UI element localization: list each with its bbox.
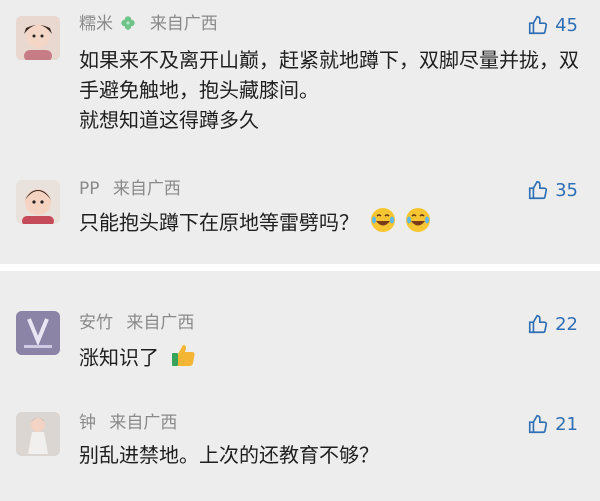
like-count: 21 (555, 413, 578, 435)
thumbs-up-icon (529, 414, 548, 434)
laughing-tears-emoji (369, 206, 397, 242)
username[interactable]: PP (79, 179, 100, 199)
comment-line: 就想知道这得蹲多久 (79, 108, 259, 132)
avatar[interactable] (16, 180, 60, 224)
section-divider (0, 264, 600, 271)
like-button[interactable]: 35 (527, 179, 578, 201)
location-label: 来自广西 (126, 313, 195, 333)
comment-item: PP 来自广西 35 只能抱头蹲下在原地等雷劈吗？ (0, 172, 600, 262)
avatar[interactable] (16, 412, 60, 456)
comment-section-2: 安竹 来自广西 22 涨知识了 钟 来自广西 21 别乱进禁地。上次的还教育不够… (0, 271, 600, 501)
comment-text: 涨知识了 (79, 341, 589, 377)
comment-meta: 安竹 来自广西 (79, 313, 194, 333)
comment-meta: 糯米 来自广西 (79, 14, 218, 36)
like-count: 45 (555, 14, 578, 36)
location-label: 来自广西 (112, 179, 181, 199)
comment-line: 只能抱头蹲下在原地等雷劈吗？ (79, 210, 359, 235)
comment-section-1: 糯米 来自广西 45 如果来不及离开山巅，赶紧就地蹲下，双脚尽量并拢，双手避免触… (0, 0, 600, 264)
laughing-tears-emoji (404, 206, 432, 242)
location-label: 来自广西 (109, 413, 178, 433)
comment-meta: PP 来自广西 (79, 179, 181, 199)
thumbs-up-icon (529, 180, 548, 200)
comment-item: 钟 来自广西 21 别乱进禁地。上次的还教育不够？ (0, 406, 600, 496)
like-count: 22 (555, 313, 578, 335)
thumbs-up-icon (529, 314, 548, 334)
comment-text: 别乱进禁地。上次的还教育不够？ (79, 440, 589, 470)
comment-item: 糯米 来自广西 45 如果来不及离开山巅，赶紧就地蹲下，双脚尽量并拢，双手避免触… (0, 0, 600, 150)
comment-text: 只能抱头蹲下在原地等雷劈吗？ (79, 206, 589, 242)
like-button[interactable]: 45 (527, 14, 578, 36)
avatar[interactable] (16, 311, 60, 355)
thumbs-up-emoji (169, 341, 197, 377)
avatar[interactable] (16, 16, 60, 60)
comment-line: 涨知识了 (79, 345, 159, 370)
comment-item: 安竹 来自广西 22 涨知识了 (0, 271, 600, 391)
username[interactable]: 安竹 (79, 313, 113, 333)
comment-meta: 钟 来自广西 (79, 413, 177, 433)
username[interactable]: 钟 (79, 413, 96, 433)
comment-line: 如果来不及离开山巅，赶紧就地蹲下，双脚尽量并拢，双手避免触地，抱头藏膝间。 (79, 48, 579, 102)
thumbs-up-icon (529, 15, 548, 35)
comment-text: 如果来不及离开山巅，赶紧就地蹲下，双脚尽量并拢，双手避免触地，抱头藏膝间。 就想… (79, 45, 589, 135)
username[interactable]: 糯米 (79, 14, 113, 34)
like-count: 35 (555, 179, 578, 201)
clover-icon (120, 15, 136, 36)
comment-line: 别乱进禁地。上次的还教育不够？ (79, 443, 379, 467)
location-label: 来自广西 (149, 14, 218, 34)
like-button[interactable]: 21 (527, 413, 578, 435)
like-button[interactable]: 22 (527, 313, 578, 335)
